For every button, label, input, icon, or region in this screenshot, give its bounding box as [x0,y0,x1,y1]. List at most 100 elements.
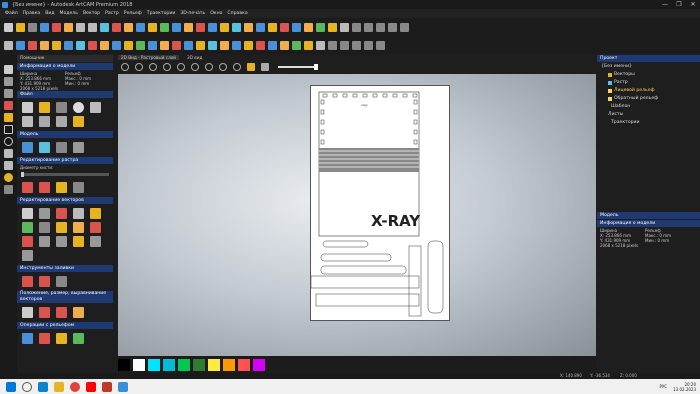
open-icon[interactable] [39,101,50,113]
color-swatch[interactable] [238,358,250,371]
relief-tool-icon[interactable] [111,40,121,50]
zoom-fit-icon[interactable] [149,63,157,71]
color-swatch[interactable] [178,358,190,371]
relief-tool-icon[interactable] [99,40,109,50]
relief-tool-icon[interactable] [327,40,337,50]
relief-tool-icon[interactable] [399,22,409,32]
tree-item-vectors[interactable]: Векторы [601,71,696,79]
zoom-out-icon[interactable] [135,63,143,71]
drawing-canvas[interactable]: X-RAY xray [118,74,596,356]
relief-tool-icon[interactable] [315,40,325,50]
maximize-button[interactable]: ❐ [672,0,686,9]
color-swatch[interactable] [118,358,130,371]
vector-tool-icon[interactable] [56,221,67,233]
new-icon[interactable] [3,22,13,32]
fill-tool-icon[interactable] [56,275,67,287]
relief-tool-icon[interactable] [231,40,241,50]
relief-tool-icon[interactable] [375,22,385,32]
relief-tool-icon[interactable] [291,40,301,50]
relief-tool-icon[interactable] [279,40,289,50]
relief-tool-icon[interactable] [279,22,289,32]
vector-tool-icon[interactable] [90,221,101,233]
relief-tool-icon[interactable] [243,40,253,50]
model-tool-icon[interactable] [56,141,67,153]
menu-raster[interactable]: Растр [105,11,119,16]
section-model-info[interactable]: Информация о модели [17,63,113,70]
minimize-button[interactable]: — [658,0,672,9]
model-tool-icon[interactable] [22,141,33,153]
brush-diameter-slider[interactable] [21,172,109,177]
artcam-icon[interactable] [102,381,112,392]
tree-item-raster[interactable]: Растр [601,79,696,87]
view-tool-icon[interactable] [261,63,269,71]
open-icon[interactable] [15,22,25,32]
text-icon[interactable] [73,207,84,219]
tree-item-root[interactable]: {Без имени} [601,63,696,71]
raster-tool-icon[interactable] [22,181,33,193]
redo-icon[interactable] [87,22,97,32]
menu-toolpaths[interactable]: Траектории [147,11,176,16]
fill-tool-icon[interactable] [39,275,50,287]
zoom-prev-icon[interactable] [177,63,185,71]
relief-op-icon[interactable] [73,332,84,344]
pen-icon[interactable] [4,101,13,110]
new-icon[interactable] [22,101,33,113]
color-swatch[interactable] [208,358,220,371]
section-file[interactable]: Файл [17,91,113,98]
relief-tool-icon[interactable] [351,22,361,32]
relief-tool-icon[interactable] [231,22,241,32]
relief-tool-icon[interactable] [63,40,73,50]
section-model[interactable]: Модель [17,131,113,138]
relief-op-icon[interactable] [22,332,33,344]
vector-tool-icon[interactable] [56,235,67,247]
relief-tool-icon[interactable] [99,22,109,32]
relief-tool-icon[interactable] [39,40,49,50]
relief-tool-icon[interactable] [303,40,313,50]
knife-icon[interactable] [4,185,13,194]
drop-icon[interactable] [4,173,13,182]
copy-icon[interactable] [56,115,67,127]
tree-item-toolpaths[interactable]: Траектории [601,119,696,127]
zoom-box-icon[interactable] [163,63,171,71]
relief-tool-icon[interactable] [255,22,265,32]
view-tool-icon[interactable] [219,63,227,71]
relief-tool-icon[interactable] [171,22,181,32]
vector-tool-icon[interactable] [90,207,101,219]
view-tool-icon[interactable] [247,63,255,71]
relief-tool-icon[interactable] [363,22,373,32]
lang-indicator[interactable]: РУС [659,384,667,389]
tree-item-sheets[interactable]: Листы [601,111,696,119]
relief-tool-icon[interactable] [3,40,13,50]
color-swatch[interactable] [253,358,265,371]
zoom-icon[interactable] [4,89,13,98]
relief-tool-icon[interactable] [111,22,121,32]
menu-file[interactable]: Файл [5,11,18,16]
relief-tool-icon[interactable] [159,22,169,32]
tab-2d-view[interactable]: 2D Вид - Растровый слой [118,55,180,60]
color-swatch[interactable] [133,358,145,371]
vector-tool-icon[interactable] [22,221,33,233]
view-tool-icon[interactable] [233,63,241,71]
model-sheet[interactable]: X-RAY xray [310,85,450,321]
menu-relief[interactable]: Рельеф [124,11,142,16]
view-tool-icon[interactable] [205,63,213,71]
vector-tool-icon[interactable] [90,235,101,247]
relief-tool-icon[interactable] [303,22,313,32]
color-swatch[interactable] [148,358,160,371]
opacity-slider[interactable] [278,64,318,70]
relief-op-icon[interactable] [39,332,50,344]
view-tool-icon[interactable] [191,63,199,71]
relief-tool-icon[interactable] [267,40,277,50]
relief-tool-icon[interactable] [39,22,49,32]
tree-item-template[interactable]: Шаблон [601,103,696,111]
search-icon[interactable] [22,381,32,392]
raster-tool-icon[interactable] [56,181,67,193]
relief-tool-icon[interactable] [327,22,337,32]
relief-tool-icon[interactable] [207,40,217,50]
section-relief-ops[interactable]: Операции с рельефом [17,322,113,329]
star-icon[interactable] [73,141,84,153]
color-swatch[interactable] [163,358,175,371]
chrome-icon[interactable] [70,381,80,392]
zoom-in-icon[interactable] [121,63,129,71]
start-icon[interactable] [6,381,16,392]
